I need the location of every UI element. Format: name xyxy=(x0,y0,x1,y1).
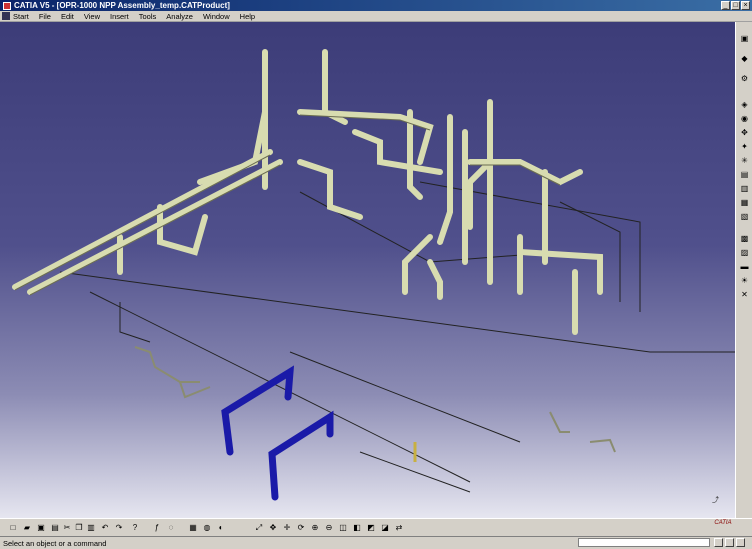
paste-icon[interactable]: ▥ xyxy=(86,523,96,533)
copy-icon[interactable]: ❐ xyxy=(74,523,84,533)
piping-model xyxy=(12,49,735,501)
pan-icon[interactable]: ✥ xyxy=(268,523,278,533)
menu-help[interactable]: Help xyxy=(240,12,255,21)
stack-icon[interactable]: ▬ xyxy=(739,262,750,272)
measure-icon[interactable]: ▥ xyxy=(739,184,750,194)
status-message: Select an object or a command xyxy=(3,538,107,548)
whats-this-icon[interactable]: ? xyxy=(130,523,140,533)
right-toolbar: ▣ ◆ ⚙ ◈ ◉ ✥ ✦ ✳ ▤ ▥ ▦ ▧ ▩ ▨ ▬ ☀ ✕ xyxy=(735,22,752,518)
menu-tools[interactable]: Tools xyxy=(139,12,157,21)
catia-app-icon[interactable] xyxy=(3,1,11,10)
cut-icon[interactable]: ✂ xyxy=(62,523,72,533)
rotate-icon[interactable]: ✛ xyxy=(282,523,292,533)
minimize-button[interactable]: _ xyxy=(721,1,730,10)
menu-start[interactable]: Start xyxy=(13,12,29,21)
maximize-button[interactable]: □ xyxy=(731,1,740,10)
close-button[interactable]: × xyxy=(741,1,750,10)
delete-icon[interactable]: ✕ xyxy=(739,290,750,300)
pipe-shading xyxy=(14,114,561,296)
constraint-icon[interactable]: ⚙ xyxy=(739,74,750,84)
move-icon[interactable]: ✥ xyxy=(739,128,750,138)
snap-icon[interactable]: ◉ xyxy=(739,114,750,124)
minor-components xyxy=(134,346,616,453)
print-icon[interactable]: ▤ xyxy=(50,523,60,533)
command-prev-button[interactable] xyxy=(714,538,723,547)
fly-icon[interactable]: ◐ xyxy=(216,523,226,533)
normal-view-icon[interactable]: ◫ xyxy=(338,523,348,533)
highlighted-pipe[interactable] xyxy=(221,365,334,501)
window-title: CATIA V5 - [OPR-1000 NPP Assembly_temp.C… xyxy=(14,1,230,10)
menu-edit[interactable]: Edit xyxy=(61,12,74,21)
redo-icon[interactable]: ↷ xyxy=(114,523,124,533)
swap-icon[interactable]: ⇄ xyxy=(394,523,404,533)
shading-icon[interactable]: ◩ xyxy=(366,523,376,533)
product-icon[interactable]: ▣ xyxy=(739,34,750,44)
rotate-view-icon[interactable]: ⟳ xyxy=(296,523,306,533)
command-next-button[interactable] xyxy=(725,538,734,547)
bottom-toolbar: □ ▰ ▣ ▤ ✂ ❐ ▥ ↶ ↷ ? ƒ ◌ ▦ ◍ ◐ ⤢ ✥ ✛ ⟳ ⊕ … xyxy=(0,518,752,536)
catia-logo: CATIA xyxy=(714,520,732,526)
menu-view[interactable]: View xyxy=(84,12,100,21)
comment-icon[interactable]: ◌ xyxy=(166,523,176,533)
menu-bar: Start File Edit View Insert Tools Analyz… xyxy=(0,11,752,22)
menu-file[interactable]: File xyxy=(39,12,51,21)
command-close-button[interactable] xyxy=(736,538,745,547)
open-icon[interactable]: ▰ xyxy=(22,523,32,533)
hide-show-icon[interactable]: ◪ xyxy=(380,523,390,533)
lightbulb-icon[interactable]: ☀ xyxy=(739,276,750,286)
bom-icon[interactable]: ▧ xyxy=(739,212,750,222)
sketch-icon[interactable]: ▦ xyxy=(188,523,198,533)
fix-icon[interactable]: ◈ xyxy=(739,100,750,110)
assembly-icon[interactable]: ◆ xyxy=(739,54,750,64)
command-input[interactable] xyxy=(578,538,710,547)
section-icon[interactable]: ▤ xyxy=(739,170,750,180)
clash-icon[interactable]: ✳ xyxy=(739,156,750,166)
zoom-out-icon[interactable]: ⊖ xyxy=(324,523,334,533)
catalog-icon[interactable]: ▦ xyxy=(739,198,750,208)
menu-window[interactable]: Window xyxy=(203,12,230,21)
menu-insert[interactable]: Insert xyxy=(110,12,129,21)
save-icon[interactable]: ▣ xyxy=(36,523,46,533)
menu-analyze[interactable]: Analyze xyxy=(166,12,193,21)
document-icon[interactable] xyxy=(2,12,10,20)
main-pipes xyxy=(12,49,603,335)
material-icon[interactable]: ◍ xyxy=(202,523,212,533)
window-controls: _ □ × xyxy=(721,1,750,10)
layer-icon[interactable]: ▨ xyxy=(739,248,750,258)
iso-view-icon[interactable]: ◧ xyxy=(352,523,362,533)
zoom-in-icon[interactable]: ⊕ xyxy=(310,523,320,533)
compass-icon[interactable]: ⤴ xyxy=(712,495,719,505)
title-bar: CATIA V5 - [OPR-1000 NPP Assembly_temp.C… xyxy=(0,0,752,11)
fit-all-icon[interactable]: ⤢ xyxy=(254,523,264,533)
new-icon[interactable]: □ xyxy=(8,523,18,533)
3d-viewport[interactable] xyxy=(0,22,735,518)
undo-icon[interactable]: ↶ xyxy=(100,523,110,533)
explode-icon[interactable]: ✦ xyxy=(739,142,750,152)
grid-icon[interactable]: ▩ xyxy=(739,234,750,244)
formula-icon[interactable]: ƒ xyxy=(152,523,162,533)
